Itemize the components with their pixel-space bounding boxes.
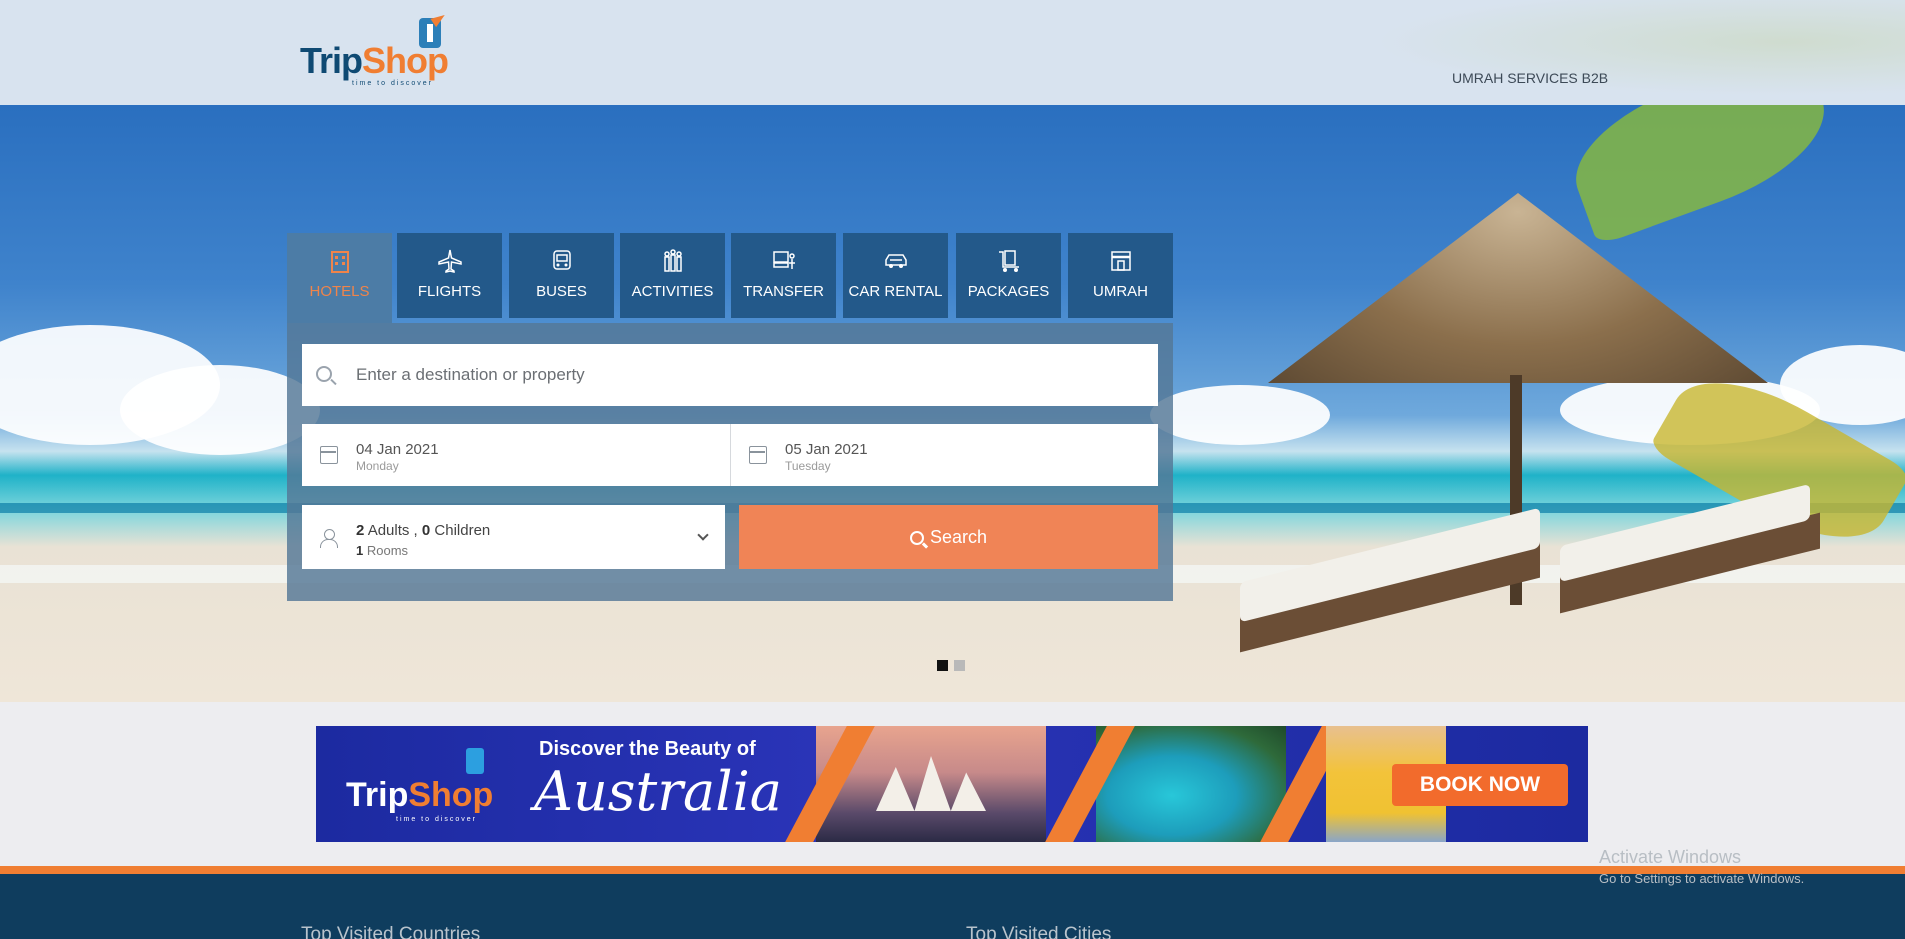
- tab-label: BUSES: [536, 283, 587, 300]
- date-range: 04 Jan 2021 Monday 05 Jan 2021 Tuesday: [302, 424, 1158, 486]
- checkin-day: Monday: [356, 459, 399, 473]
- tab-car-rental[interactable]: CAR RENTAL: [843, 233, 948, 318]
- tab-label: PACKAGES: [967, 283, 1050, 300]
- palm-background: [1305, 0, 1905, 105]
- search-tabs: HOTELS FLIGHTS BUSES ACTIVITIES TRANSFER: [287, 233, 1173, 323]
- activation-subtitle: Go to Settings to activate Windows.: [1599, 871, 1805, 886]
- destination-input[interactable]: [356, 358, 1136, 392]
- search-panel: HOTELS FLIGHTS BUSES ACTIVITIES TRANSFER: [287, 233, 1173, 601]
- palm-leaf: [1557, 105, 1843, 246]
- tab-hotels[interactable]: HOTELS: [287, 233, 392, 323]
- destination-field: [302, 344, 1158, 406]
- tab-label: HOTELS: [309, 283, 370, 300]
- guests-rooms-selector[interactable]: 2 Adults , 0 Children 1 Rooms: [302, 505, 725, 569]
- search-icon: [316, 366, 332, 382]
- person-icon: [320, 529, 338, 548]
- search-form: 04 Jan 2021 Monday 05 Jan 2021 Tuesday 2…: [287, 323, 1173, 601]
- australia-promo-banner[interactable]: TripShop time to discover Discover the B…: [316, 726, 1588, 842]
- top-header: TripShop time to discover UMRAH SERVICES…: [0, 0, 1905, 105]
- checkout-date-picker[interactable]: 05 Jan 2021 Tuesday: [730, 424, 1158, 486]
- tripshop-logo[interactable]: TripShop time to discover: [300, 10, 450, 92]
- checkin-date-picker[interactable]: 04 Jan 2021 Monday: [302, 424, 730, 486]
- banner-tagline: time to discover: [396, 816, 478, 823]
- kaaba-icon: [1107, 247, 1135, 275]
- banner-logo: TripShop: [346, 776, 494, 814]
- tab-label: CAR RENTAL: [848, 283, 943, 300]
- footer-heading-cities: Top Visited Cities: [966, 924, 1112, 939]
- bus-icon: [548, 247, 576, 275]
- tab-transfer[interactable]: TRANSFER: [731, 233, 836, 318]
- slider-dots: [937, 658, 971, 676]
- tab-umrah[interactable]: UMRAH: [1068, 233, 1173, 318]
- cloud: [1150, 385, 1330, 445]
- search-icon: [909, 530, 924, 545]
- activation-title: Activate Windows: [1599, 847, 1742, 867]
- tab-activities[interactable]: ACTIVITIES: [620, 233, 725, 318]
- logo-tagline: time to discover: [352, 80, 434, 87]
- calendar-icon: [749, 446, 767, 464]
- banner-headline: Discover the Beauty of: [539, 738, 756, 760]
- umbrella: [1268, 193, 1768, 383]
- checkin-date: 04 Jan 2021: [356, 441, 439, 458]
- car-icon: [882, 247, 910, 275]
- transfer-icon: [770, 247, 798, 275]
- tab-label: UMRAH: [1093, 283, 1148, 300]
- rooms-summary: 1 Rooms: [356, 543, 409, 558]
- guests-summary: 2 Adults , 0 Children: [356, 522, 491, 539]
- book-now-button[interactable]: BOOK NOW: [1392, 764, 1568, 806]
- tab-buses[interactable]: BUSES: [509, 233, 614, 318]
- umrah-services-b2b-link[interactable]: UMRAH SERVICES B2B: [1452, 70, 1608, 86]
- tab-label: FLIGHTS: [417, 283, 482, 300]
- suitcase-icon: [466, 748, 484, 774]
- footer-heading-countries: Top Visited Countries: [301, 924, 481, 939]
- slider-dot-2[interactable]: [954, 660, 965, 671]
- tab-label: TRANSFER: [743, 283, 824, 300]
- banner-destination: Australia: [534, 760, 782, 823]
- logo-text: TripShop: [300, 40, 449, 81]
- checkout-date: 05 Jan 2021: [785, 441, 868, 458]
- windows-activation-watermark: Activate Windows Go to Settings to activ…: [1599, 847, 1804, 886]
- calendar-icon: [320, 446, 338, 464]
- slider-dot-1[interactable]: [937, 660, 948, 671]
- luggage-cart-icon: [995, 247, 1023, 275]
- tab-label: ACTIVITIES: [631, 283, 714, 300]
- tab-flights[interactable]: FLIGHTS: [397, 233, 502, 318]
- tab-packages[interactable]: PACKAGES: [956, 233, 1061, 318]
- search-button[interactable]: Search: [739, 505, 1158, 569]
- checkout-day: Tuesday: [785, 459, 831, 473]
- hotel-icon: [326, 247, 354, 275]
- activities-icon: [659, 247, 687, 275]
- chevron-down-icon: [697, 529, 709, 541]
- plane-icon: [436, 247, 464, 275]
